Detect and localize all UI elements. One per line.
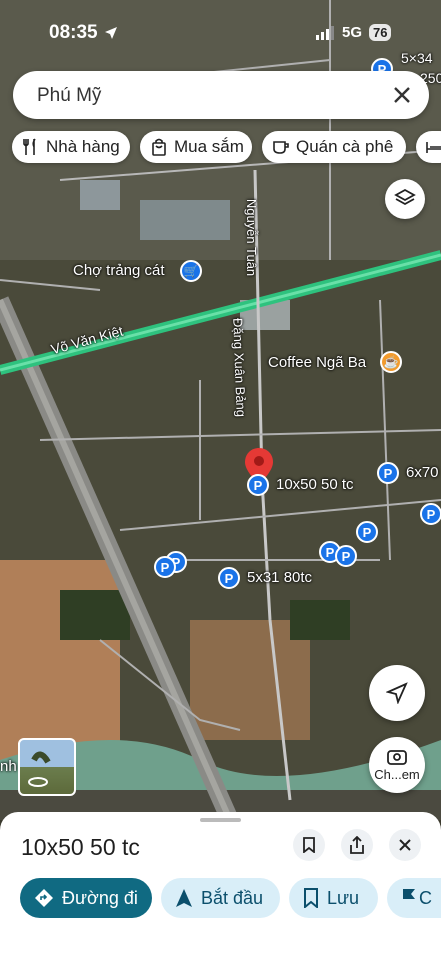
directions-label: Đường đi (62, 887, 138, 908)
label-6x70[interactable]: 6x70 (406, 464, 439, 481)
navigation-arrow-icon (386, 682, 408, 704)
network-type: 5G (342, 24, 363, 41)
layers-icon (394, 188, 416, 206)
bookmark-icon (303, 837, 315, 853)
layers-button[interactable] (385, 179, 425, 219)
street-view-360-icon (28, 751, 51, 787)
shopping-bag-icon (152, 138, 166, 156)
shopping-poi-icon[interactable]: 🛒 (180, 260, 202, 282)
chip-label: Mua sắm (174, 137, 244, 156)
signal-icon (316, 26, 334, 40)
bookmark-button[interactable] (293, 829, 325, 861)
share-place-label: C (419, 887, 432, 908)
navigation-start-icon (176, 889, 192, 907)
parking-pin-icon[interactable]: P (154, 556, 176, 578)
street-view-thumbnail[interactable] (18, 738, 76, 796)
place-bottom-sheet[interactable]: 10x50 50 tc Đường đi Bắt đầu Lưu C (0, 812, 441, 960)
save-button[interactable]: Lưu (289, 878, 378, 918)
chip-restaurants[interactable]: Nhà hàng (12, 131, 130, 163)
directions-icon (35, 889, 53, 907)
place-title: 10x50 50 tc (21, 834, 140, 860)
camera-360-icon (387, 750, 407, 765)
label-selected-place[interactable]: 10x50 50 tc (276, 476, 354, 493)
street-view-button[interactable]: Ch...em (369, 737, 425, 793)
drag-handle[interactable] (200, 818, 241, 822)
chip-label: Nhà hàng (46, 137, 120, 156)
location-arrow-icon (105, 27, 117, 39)
chip-hotels[interactable] (416, 131, 441, 163)
save-label: Lưu (327, 887, 360, 908)
directions-button[interactable]: Đường đi (20, 878, 152, 918)
chip-coffee[interactable]: Quán cà phê (262, 131, 406, 163)
parking-pin-icon[interactable]: P (335, 545, 357, 567)
parking-pin-icon[interactable]: P (356, 521, 378, 543)
close-icon[interactable] (389, 82, 415, 108)
parking-pin-icon[interactable]: P (218, 567, 240, 589)
battery-level: 76 (369, 24, 392, 41)
my-location-button[interactable] (369, 665, 425, 721)
share-button[interactable] (341, 829, 373, 861)
flag-icon (403, 889, 415, 907)
bookmark-icon (304, 888, 318, 908)
share-icon (350, 836, 364, 854)
road-label-nguyen-tuan: Nguyễn Tuân (244, 198, 260, 277)
search-bar[interactable]: Phú Mỹ (13, 71, 429, 119)
left-edge-label: nh (0, 758, 17, 775)
status-time: 08:35 (49, 22, 98, 43)
chip-label: Quán cà phê (296, 137, 394, 156)
chip-shopping[interactable]: Mua sắm (140, 131, 252, 163)
start-button[interactable]: Bắt đầu (161, 878, 280, 918)
coffee-icon (273, 141, 289, 154)
start-label: Bắt đầu (201, 887, 264, 908)
coffee-poi-icon[interactable]: ☕ (380, 351, 402, 373)
selected-place-pin-icon[interactable]: P (247, 474, 269, 496)
share-place-button[interactable]: C (387, 878, 441, 918)
parking-pin-icon[interactable]: P (420, 503, 441, 525)
close-icon (399, 839, 411, 851)
label-5x31[interactable]: 5x31 80tc (247, 569, 312, 586)
bed-icon (426, 142, 441, 153)
restaurant-icon (23, 138, 36, 155)
search-query[interactable]: Phú Mỹ (37, 85, 101, 107)
close-sheet-button[interactable] (389, 829, 421, 861)
street-view-label: Ch...em (374, 767, 420, 782)
label-market[interactable]: Chợ trảng cát (73, 262, 165, 279)
status-bar: 08:35 5G 76 (0, 0, 441, 62)
label-coffee[interactable]: Coffee Ngã Ba (268, 354, 366, 371)
parking-pin-icon[interactable]: P (377, 462, 399, 484)
